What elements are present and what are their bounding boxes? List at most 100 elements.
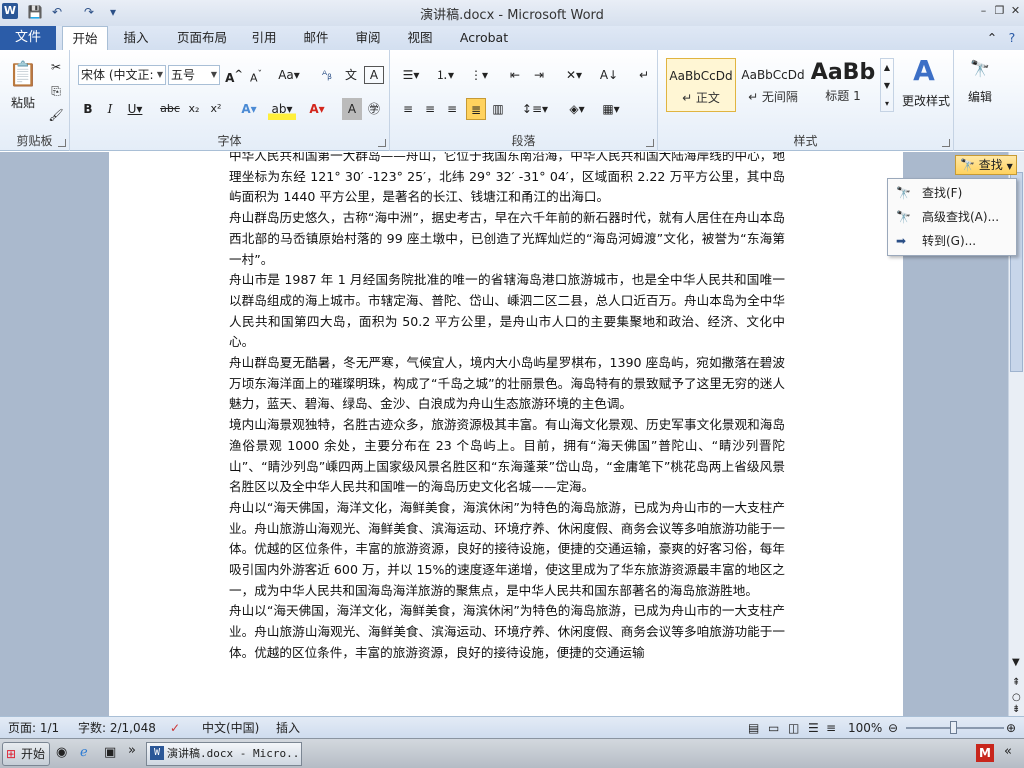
copy-icon[interactable]: ⎘ (46, 80, 66, 102)
font-color-icon[interactable]: A▾ (304, 98, 330, 120)
multilevel-list-icon[interactable]: ⋮▾ (464, 64, 494, 86)
menu-item-goto[interactable]: ➡ 转到(G)... (888, 229, 1016, 253)
restore-icon[interactable]: ❐ (992, 3, 1007, 18)
styles-scroll-icon[interactable]: ▲ ▼ ▾ (880, 58, 894, 112)
shrink-font-icon[interactable]: Aˇ (246, 64, 266, 86)
paste-button[interactable]: 粘贴 (6, 92, 40, 114)
paste-icon[interactable]: 📋 (6, 56, 40, 92)
clipboard-launcher-icon[interactable] (58, 139, 66, 147)
tray-chevron-icon[interactable]: « (1004, 744, 1012, 759)
browse-object-icon[interactable]: ○ (1012, 692, 1021, 703)
minimize-icon[interactable]: – (976, 3, 991, 18)
draft-icon[interactable]: ≡ (826, 717, 836, 739)
justify-icon[interactable]: ≣ (466, 98, 486, 120)
tab-acrobat[interactable]: Acrobat (454, 26, 514, 50)
style-no-spacing[interactable]: AaBbCcDd ↵ 无间隔 (738, 58, 808, 112)
menu-item-find[interactable]: 🔭 查找(F) (888, 181, 1016, 205)
font-size-combo[interactable]: 五号 ▼ (168, 65, 220, 85)
print-layout-icon[interactable]: ▤ (748, 717, 759, 739)
taskbar-item-word[interactable]: W 演讲稿.docx - Micro... (146, 742, 302, 766)
styles-launcher-icon[interactable] (942, 139, 950, 147)
zoom-level[interactable]: 100% (848, 717, 882, 739)
zoom-slider-thumb[interactable] (950, 721, 957, 734)
paragraph-6[interactable]: 舟山以“海天佛国，海洋文化，海鲜美食，海滨休闲”为特色的海岛旅游，已成为舟山市的… (229, 498, 785, 602)
change-styles-icon[interactable]: A (898, 56, 950, 86)
paragraph-1[interactable]: 中华人民共和国第一大群岛——舟山，它位于我国东南沿海，中华人民共和国大陆海岸线的… (229, 152, 785, 208)
prev-page-icon[interactable]: ⇞ (1012, 677, 1020, 688)
quick-launch-icon-2[interactable]: ▣ (104, 745, 116, 760)
document-page[interactable]: 中华人民共和国第一大群岛——舟山，它位于我国东南沿海，中华人民共和国大陆海岸线的… (109, 152, 903, 716)
shading-icon[interactable]: ◈▾ (562, 98, 592, 120)
scroll-down-icon[interactable]: ▼ (1012, 657, 1020, 668)
align-left-icon[interactable]: ≡ (398, 98, 418, 120)
italic-icon[interactable]: I (100, 98, 120, 120)
bullets-icon[interactable]: ☰▾ (396, 64, 426, 86)
outline-icon[interactable]: ☰ (808, 717, 819, 739)
numbering-icon[interactable]: ⒈▾ (430, 64, 460, 86)
tab-view[interactable]: 视图 (402, 26, 438, 50)
highlight-icon[interactable]: ab▾ (268, 98, 296, 120)
text-effects-icon[interactable]: A▾ (236, 98, 262, 120)
decrease-indent-icon[interactable]: ⇤ (504, 64, 526, 86)
web-layout-icon[interactable]: ◫ (788, 717, 799, 739)
zoom-in-icon[interactable]: ⊕ (1006, 717, 1016, 739)
taskbar-chevron-icon[interactable]: » (128, 743, 136, 758)
character-shading-icon[interactable]: A (342, 98, 362, 120)
font-name-combo[interactable]: 宋体 (中文正: ▼ (78, 65, 166, 85)
borders-icon[interactable]: ▦▾ (596, 98, 626, 120)
strikethrough-icon[interactable]: abc (158, 98, 182, 120)
language[interactable]: 中文(中国) (202, 717, 259, 739)
help-chevron-icon[interactable]: ⌃ (984, 26, 1000, 50)
paragraph-4[interactable]: 舟山群岛夏无酷暑，冬无严寒，气候宜人，境内大小岛屿星罗棋布，1390 座岛屿，宛… (229, 353, 785, 415)
paragraph-7[interactable]: 舟山以“海天佛国，海洋文化，海鲜美食，海滨休闲”为特色的海岛旅游，已成为舟山市的… (229, 601, 785, 663)
quick-launch-icon[interactable]: ◉ (56, 745, 67, 760)
paragraph-launcher-icon[interactable] (646, 139, 654, 147)
insert-mode[interactable]: 插入 (276, 717, 300, 739)
format-painter-icon[interactable]: 🖌 (46, 104, 66, 126)
underline-icon[interactable]: U▾ (122, 98, 148, 120)
paragraph-2[interactable]: 舟山群岛历史悠久，古称“海中洲”，据史考古，早在六千年前的新石器时代，就有人居住… (229, 208, 785, 270)
sort-icon[interactable]: A↓ (598, 64, 620, 86)
change-case-icon[interactable]: Aa▾ (276, 64, 302, 86)
find-button[interactable]: 🔭 查找 ▼ (955, 155, 1017, 175)
tab-mailings[interactable]: 邮件 (298, 26, 334, 50)
tab-review[interactable]: 审阅 (350, 26, 386, 50)
chinese-layout-icon[interactable]: ✕▾ (560, 64, 588, 86)
tab-references[interactable]: 引用 (246, 26, 282, 50)
cut-icon[interactable]: ✂ (46, 56, 66, 78)
tab-page-layout[interactable]: 页面布局 (170, 26, 234, 50)
zoom-out-icon[interactable]: ⊖ (888, 717, 898, 739)
ie-icon[interactable]: ℯ (80, 745, 88, 760)
phonetic-guide-icon[interactable]: 文 (340, 64, 362, 86)
line-spacing-icon[interactable]: ↕≡▾ (520, 98, 550, 120)
tab-file[interactable]: 文件 (0, 26, 56, 50)
bold-icon[interactable]: B (78, 98, 98, 120)
character-border-icon[interactable]: A (364, 66, 384, 84)
editing-button[interactable]: 编辑 (960, 86, 1000, 108)
font-launcher-icon[interactable] (378, 139, 386, 147)
tab-insert[interactable]: 插入 (116, 26, 156, 50)
page-count[interactable]: 页面: 1/1 (8, 717, 59, 739)
full-screen-icon[interactable]: ▭ (768, 717, 779, 739)
tab-home[interactable]: 开始 (62, 26, 108, 51)
help-icon[interactable]: ? (1004, 26, 1020, 50)
increase-indent-icon[interactable]: ⇥ (528, 64, 550, 86)
subscript-icon[interactable]: x₂ (184, 98, 204, 120)
binoculars-icon[interactable]: 🔭 (964, 58, 996, 80)
distributed-icon[interactable]: ▥ (488, 98, 508, 120)
menu-item-advanced-find[interactable]: 🔭 高级查找(A)... (888, 205, 1016, 229)
paragraph-5[interactable]: 境内山海景观独特，名胜古迹众多，旅游资源极其丰富。有山海文化景观、历史军事文化景… (229, 415, 785, 498)
paragraph-3[interactable]: 舟山市是 1987 年 1 月经国务院批准的唯一的省辖海岛港口旅游城市，也是全中… (229, 270, 785, 353)
change-styles-button[interactable]: 更改样式 (898, 90, 954, 112)
close-icon[interactable]: ✕ (1008, 3, 1023, 18)
word-count[interactable]: 字数: 2/1,048 (78, 717, 156, 739)
proofing-icon[interactable]: ✓ (170, 717, 180, 739)
show-marks-icon[interactable]: ↵ (634, 64, 654, 86)
style-heading1[interactable]: AaBb 标题 1 (810, 58, 876, 112)
tray-app-icon[interactable]: M (976, 744, 994, 762)
start-button[interactable]: ⊞ 开始 (2, 742, 50, 766)
clear-format-icon[interactable]: ᴬᵦ (316, 64, 338, 86)
next-page-icon[interactable]: ⇟ (1012, 704, 1020, 715)
style-normal[interactable]: AaBbCcDd ↵ 正文 (666, 58, 736, 112)
enclosed-character-icon[interactable]: ㊫ (364, 98, 384, 120)
